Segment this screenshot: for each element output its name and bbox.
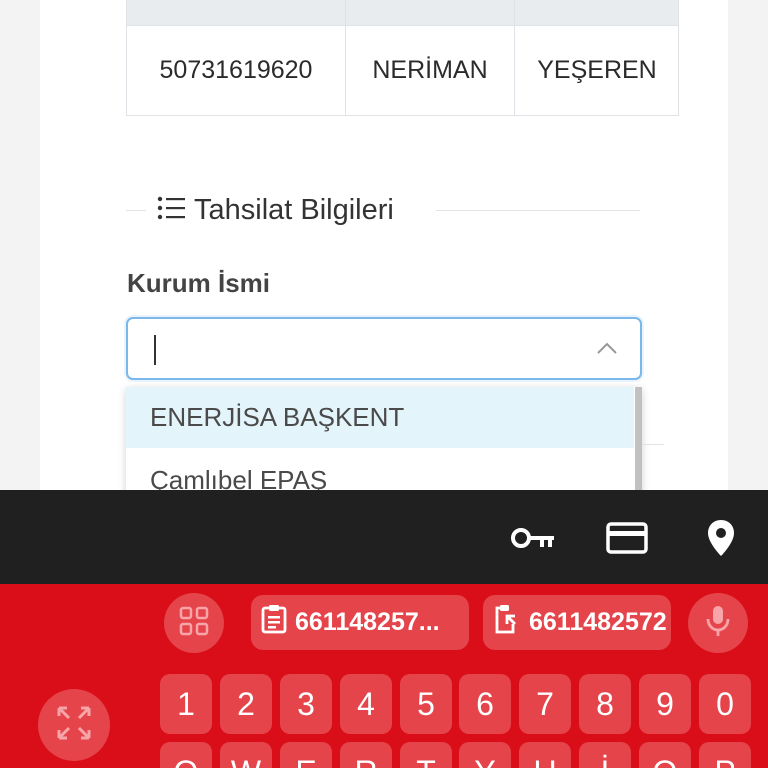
key-9[interactable]: 9 xyxy=(639,674,691,734)
credit-card-icon[interactable] xyxy=(606,522,648,559)
clipboard-text: 6611482572 xyxy=(529,608,667,636)
key-y[interactable]: Y xyxy=(459,742,511,768)
microphone-icon xyxy=(705,604,731,643)
section-heading: Tahsilat Bilgileri xyxy=(156,190,394,230)
table-cell-first-name: NERİMAN xyxy=(345,26,514,115)
clipboard-icon xyxy=(261,604,287,641)
legend-divider xyxy=(436,210,640,211)
key-w[interactable]: W xyxy=(220,742,272,768)
key-t[interactable]: T xyxy=(400,742,452,768)
clipboard-suggestion[interactable]: 6611482572 xyxy=(483,595,671,650)
key-1[interactable]: 1 xyxy=(160,674,212,734)
key-6[interactable]: 6 xyxy=(459,674,511,734)
kurum-ismi-select[interactable] xyxy=(126,317,642,380)
location-pin-icon[interactable] xyxy=(706,518,736,563)
chevron-up-icon[interactable] xyxy=(596,339,618,362)
keyboard-autofill-toolbar xyxy=(0,490,768,584)
section-divider xyxy=(642,444,664,445)
key-8[interactable]: 8 xyxy=(579,674,631,734)
key-icon[interactable] xyxy=(510,524,556,557)
expand-arrows-icon xyxy=(55,704,93,747)
key-q[interactable]: Q xyxy=(160,742,212,768)
key-3[interactable]: 3 xyxy=(280,674,332,734)
key-0[interactable]: 0 xyxy=(699,674,751,734)
key-u[interactable]: U xyxy=(519,742,571,768)
clipboard-paste-icon xyxy=(493,604,521,641)
expand-keyboard-button[interactable] xyxy=(38,689,110,761)
key-2[interactable]: 2 xyxy=(220,674,272,734)
text-caret xyxy=(154,335,156,365)
key-e[interactable]: E xyxy=(280,742,332,768)
apps-grid-button[interactable] xyxy=(164,593,224,653)
header-separator xyxy=(345,0,346,26)
key-i-dotted[interactable]: İ xyxy=(579,742,631,768)
header-separator xyxy=(514,0,515,26)
key-o[interactable]: O xyxy=(639,742,691,768)
legend-divider xyxy=(126,210,146,211)
virtual-keyboard: 661148257... 6611482572 1 2 3 4 5 6 7 8 … xyxy=(0,584,768,768)
grid-icon xyxy=(179,606,209,641)
key-p[interactable]: P xyxy=(699,742,751,768)
kurum-dropdown-list[interactable]: ENERJİSA BAŞKENT Çamlıbel EPAŞ xyxy=(126,387,642,507)
field-label-kurum-ismi: Kurum İsmi xyxy=(127,268,271,298)
table-cell-id: 50731619620 xyxy=(159,56,313,84)
person-table: 50731619620 NERİMAN YEŞEREN xyxy=(126,0,679,116)
key-7[interactable]: 7 xyxy=(519,674,571,734)
dropdown-option[interactable]: ENERJİSA BAŞKENT xyxy=(126,387,634,448)
list-icon xyxy=(156,195,186,226)
section-title: Tahsilat Bilgileri xyxy=(194,193,394,226)
table-cell-last-name: YEŞEREN xyxy=(514,26,679,115)
key-r[interactable]: R xyxy=(340,742,392,768)
key-5[interactable]: 5 xyxy=(400,674,452,734)
voice-input-button[interactable] xyxy=(688,593,748,653)
clipboard-text: 661148257... xyxy=(295,608,440,636)
dropdown-scrollbar[interactable] xyxy=(635,387,642,507)
key-4[interactable]: 4 xyxy=(340,674,392,734)
clipboard-suggestion[interactable]: 661148257... xyxy=(251,595,469,650)
table-header xyxy=(127,0,678,26)
